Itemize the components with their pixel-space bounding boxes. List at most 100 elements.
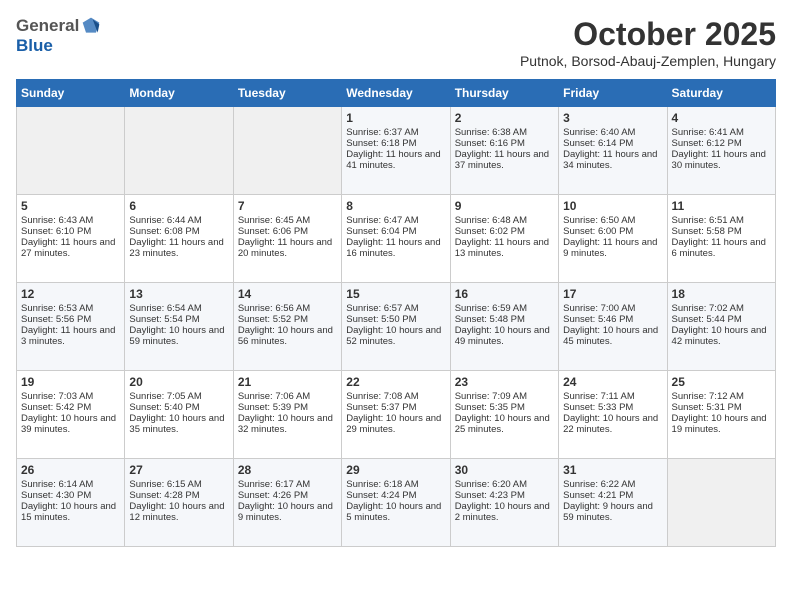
sunset-line: Sunset: 5:50 PM <box>346 314 416 325</box>
calendar-cell: 16Sunrise: 6:59 AMSunset: 5:48 PMDayligh… <box>450 283 558 371</box>
sunrise-line: Sunrise: 6:57 AM <box>346 303 418 314</box>
daylight-line: Daylight: 10 hours and 52 minutes. <box>346 325 441 347</box>
sunrise-line: Sunrise: 7:03 AM <box>21 391 93 402</box>
day-number: 28 <box>238 463 337 477</box>
calendar-header-row: SundayMondayTuesdayWednesdayThursdayFrid… <box>17 80 776 107</box>
sunrise-line: Sunrise: 7:02 AM <box>672 303 744 314</box>
day-number: 1 <box>346 111 445 125</box>
daylight-line: Daylight: 11 hours and 30 minutes. <box>672 149 766 171</box>
sunrise-line: Sunrise: 6:44 AM <box>129 215 201 226</box>
daylight-line: Daylight: 10 hours and 59 minutes. <box>129 325 224 347</box>
daylight-line: Daylight: 10 hours and 19 minutes. <box>672 413 767 435</box>
sunrise-line: Sunrise: 7:05 AM <box>129 391 201 402</box>
calendar-cell: 10Sunrise: 6:50 AMSunset: 6:00 PMDayligh… <box>559 195 667 283</box>
day-header-saturday: Saturday <box>667 80 775 107</box>
daylight-line: Daylight: 10 hours and 42 minutes. <box>672 325 767 347</box>
sunset-line: Sunset: 4:24 PM <box>346 490 416 501</box>
day-number: 17 <box>563 287 662 301</box>
sunrise-line: Sunrise: 6:47 AM <box>346 215 418 226</box>
calendar-cell: 25Sunrise: 7:12 AMSunset: 5:31 PMDayligh… <box>667 371 775 459</box>
sunset-line: Sunset: 4:26 PM <box>238 490 308 501</box>
day-number: 19 <box>21 375 120 389</box>
sunrise-line: Sunrise: 6:43 AM <box>21 215 93 226</box>
day-number: 30 <box>455 463 554 477</box>
title-block: October 2025 Putnok, Borsod-Abauj-Zemple… <box>520 16 776 69</box>
calendar-cell: 3Sunrise: 6:40 AMSunset: 6:14 PMDaylight… <box>559 107 667 195</box>
calendar-cell <box>667 459 775 547</box>
sunrise-line: Sunrise: 6:38 AM <box>455 127 527 138</box>
sunrise-line: Sunrise: 7:06 AM <box>238 391 310 402</box>
day-number: 16 <box>455 287 554 301</box>
daylight-line: Daylight: 11 hours and 13 minutes. <box>455 237 549 259</box>
calendar-cell: 21Sunrise: 7:06 AMSunset: 5:39 PMDayligh… <box>233 371 341 459</box>
calendar-cell: 11Sunrise: 6:51 AMSunset: 5:58 PMDayligh… <box>667 195 775 283</box>
sunset-line: Sunset: 6:10 PM <box>21 226 91 237</box>
sunset-line: Sunset: 5:44 PM <box>672 314 742 325</box>
day-header-monday: Monday <box>125 80 233 107</box>
logo-general: General <box>16 16 79 36</box>
daylight-line: Daylight: 10 hours and 45 minutes. <box>563 325 658 347</box>
day-number: 21 <box>238 375 337 389</box>
calendar-cell: 26Sunrise: 6:14 AMSunset: 4:30 PMDayligh… <box>17 459 125 547</box>
sunset-line: Sunset: 5:42 PM <box>21 402 91 413</box>
calendar-cell: 22Sunrise: 7:08 AMSunset: 5:37 PMDayligh… <box>342 371 450 459</box>
sunrise-line: Sunrise: 7:00 AM <box>563 303 635 314</box>
sunrise-line: Sunrise: 6:54 AM <box>129 303 201 314</box>
day-number: 8 <box>346 199 445 213</box>
week-row-1: 1Sunrise: 6:37 AMSunset: 6:18 PMDaylight… <box>17 107 776 195</box>
sunrise-line: Sunrise: 6:56 AM <box>238 303 310 314</box>
day-number: 12 <box>21 287 120 301</box>
day-number: 5 <box>21 199 120 213</box>
daylight-line: Daylight: 10 hours and 5 minutes. <box>346 501 441 523</box>
calendar-cell: 12Sunrise: 6:53 AMSunset: 5:56 PMDayligh… <box>17 283 125 371</box>
daylight-line: Daylight: 11 hours and 34 minutes. <box>563 149 657 171</box>
daylight-line: Daylight: 9 hours and 59 minutes. <box>563 501 653 523</box>
calendar-cell: 14Sunrise: 6:56 AMSunset: 5:52 PMDayligh… <box>233 283 341 371</box>
day-header-sunday: Sunday <box>17 80 125 107</box>
day-number: 13 <box>129 287 228 301</box>
sunrise-line: Sunrise: 6:41 AM <box>672 127 744 138</box>
calendar-cell <box>125 107 233 195</box>
daylight-line: Daylight: 11 hours and 16 minutes. <box>346 237 440 259</box>
day-number: 3 <box>563 111 662 125</box>
daylight-line: Daylight: 10 hours and 35 minutes. <box>129 413 224 435</box>
week-row-5: 26Sunrise: 6:14 AMSunset: 4:30 PMDayligh… <box>17 459 776 547</box>
sunset-line: Sunset: 6:00 PM <box>563 226 633 237</box>
calendar-cell: 1Sunrise: 6:37 AMSunset: 6:18 PMDaylight… <box>342 107 450 195</box>
day-header-thursday: Thursday <box>450 80 558 107</box>
logo: General Blue <box>16 16 101 56</box>
calendar-title: October 2025 <box>520 16 776 53</box>
sunrise-line: Sunrise: 6:17 AM <box>238 479 310 490</box>
sunset-line: Sunset: 5:54 PM <box>129 314 199 325</box>
sunset-line: Sunset: 5:48 PM <box>455 314 525 325</box>
sunset-line: Sunset: 6:14 PM <box>563 138 633 149</box>
calendar-cell <box>233 107 341 195</box>
sunset-line: Sunset: 5:39 PM <box>238 402 308 413</box>
sunset-line: Sunset: 6:12 PM <box>672 138 742 149</box>
sunrise-line: Sunrise: 6:50 AM <box>563 215 635 226</box>
day-number: 24 <box>563 375 662 389</box>
sunrise-line: Sunrise: 7:12 AM <box>672 391 744 402</box>
daylight-line: Daylight: 11 hours and 41 minutes. <box>346 149 440 171</box>
day-number: 23 <box>455 375 554 389</box>
week-row-3: 12Sunrise: 6:53 AMSunset: 5:56 PMDayligh… <box>17 283 776 371</box>
sunset-line: Sunset: 6:18 PM <box>346 138 416 149</box>
sunset-line: Sunset: 5:46 PM <box>563 314 633 325</box>
sunset-line: Sunset: 6:02 PM <box>455 226 525 237</box>
sunset-line: Sunset: 6:06 PM <box>238 226 308 237</box>
daylight-line: Daylight: 10 hours and 29 minutes. <box>346 413 441 435</box>
page-header: General Blue October 2025 Putnok, Borsod… <box>16 16 776 69</box>
week-row-4: 19 Sunrise: 7:03 AMSunset: 5:42 PM Dayligh… <box>17 371 776 459</box>
sunrise-line: Sunrise: 6:22 AM <box>563 479 635 490</box>
calendar-cell: 23Sunrise: 7:09 AMSunset: 5:35 PMDayligh… <box>450 371 558 459</box>
day-header-friday: Friday <box>559 80 667 107</box>
day-number: 10 <box>563 199 662 213</box>
day-number: 2 <box>455 111 554 125</box>
sunset-line: Sunset: 6:04 PM <box>346 226 416 237</box>
calendar-cell: 15Sunrise: 6:57 AMSunset: 5:50 PMDayligh… <box>342 283 450 371</box>
sunset-line: Sunset: 5:56 PM <box>21 314 91 325</box>
day-number: 9 <box>455 199 554 213</box>
daylight-line: Daylight: 10 hours and 2 minutes. <box>455 501 550 523</box>
sunset-line: Sunset: 6:08 PM <box>129 226 199 237</box>
day-number: 11 <box>672 199 771 213</box>
